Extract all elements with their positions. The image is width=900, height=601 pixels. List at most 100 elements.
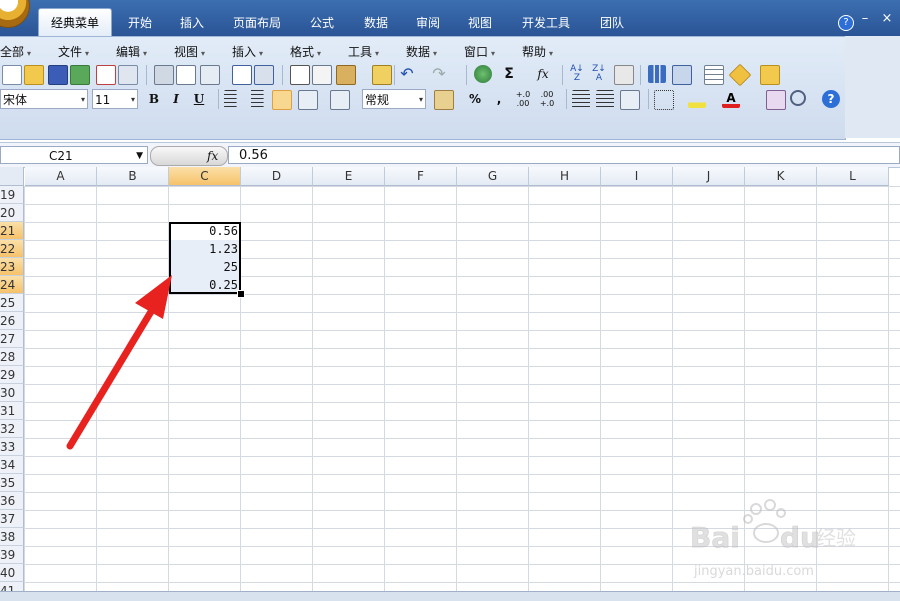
font-color-icon[interactable]: A	[722, 90, 740, 108]
font-name-select[interactable]: 宋体 ▾	[0, 89, 88, 109]
save-as-icon[interactable]	[70, 65, 90, 85]
comma-button[interactable]: ,	[490, 90, 508, 108]
toolbar-separator	[146, 65, 147, 85]
increase-decimal-icon[interactable]: +.0.00	[514, 90, 532, 108]
italic-button[interactable]: I	[167, 90, 185, 108]
tab-insert[interactable]: 插入	[170, 10, 214, 36]
toolbar-separator	[466, 65, 467, 85]
classic-menu-ribbon: 全部 ▾ 文件 ▾ 编辑 ▾ 视图 ▾ 插入 ▾ 格式 ▾ 工具 ▾ 数据 ▾ 窗口 ▾ 帮助 ▾ …	[0, 36, 846, 140]
hyperlink-icon[interactable]	[474, 65, 492, 83]
filter-icon[interactable]	[614, 65, 634, 85]
autosum-icon[interactable]: Σ	[500, 65, 518, 83]
tab-review[interactable]: 审阅	[406, 10, 450, 36]
help-icon[interactable]: ?	[838, 15, 854, 31]
menu-window[interactable]: 窗口 ▾	[464, 43, 495, 60]
menu-file[interactable]: 文件 ▾	[58, 43, 89, 60]
decrease-decimal-icon[interactable]: .00 +.0	[538, 90, 556, 108]
svg-text:经验: 经验	[816, 526, 856, 550]
borders-icon[interactable]	[654, 90, 674, 110]
office-button[interactable]	[0, 0, 30, 28]
fx-button[interactable]: fx	[207, 147, 218, 165]
decrease-indent-icon[interactable]	[572, 90, 590, 108]
menu-edit[interactable]: 编辑 ▾	[116, 43, 147, 60]
fill-color-icon[interactable]	[688, 90, 706, 108]
ribbon-right-filler	[845, 36, 900, 138]
formula-input[interactable]: 0.56	[228, 146, 900, 164]
align-center-icon[interactable]	[248, 90, 266, 108]
svg-text:du: du	[780, 521, 820, 554]
percent-button[interactable]: %	[466, 90, 484, 108]
font-size-select[interactable]: 11 ▾	[92, 89, 138, 109]
sort-ascending-icon[interactable]: A↓ Z	[568, 65, 586, 83]
menu-view[interactable]: 视图 ▾	[174, 43, 205, 60]
tab-developer[interactable]: 开发工具	[510, 10, 582, 36]
format-painter-icon[interactable]	[372, 65, 392, 85]
toolbar-separator	[566, 89, 567, 109]
macro-icon[interactable]	[728, 63, 752, 87]
folder-icon[interactable]	[760, 65, 780, 85]
bold-button[interactable]: B	[145, 90, 163, 108]
baidu-jingyan-watermark: Bai du 经验 jingyan.baidu.com	[688, 497, 868, 587]
watermark-url: jingyan.baidu.com	[693, 564, 814, 579]
menu-data[interactable]: 数据 ▾	[406, 43, 437, 60]
number-format-select[interactable]: 常规 ▾	[362, 89, 426, 109]
underline-button[interactable]: U	[190, 90, 208, 108]
toolbar-separator	[218, 89, 219, 109]
help-button-icon[interactable]: ?	[822, 90, 840, 108]
permission-icon[interactable]	[118, 65, 138, 85]
new-file-icon[interactable]	[2, 65, 22, 85]
merge-center-icon[interactable]	[298, 90, 318, 110]
insert-function-icon[interactable]: fx	[534, 65, 552, 83]
styles-icon[interactable]	[766, 90, 786, 110]
menu-help[interactable]: 帮助 ▾	[522, 43, 553, 60]
cell-style-icon[interactable]	[620, 90, 640, 110]
gridlines-icon[interactable]	[704, 65, 724, 85]
increase-indent-icon[interactable]	[596, 90, 614, 108]
watermark-logo: Bai du 经验 jingyan.baidu.com	[690, 499, 856, 579]
tab-data[interactable]: 数据	[354, 10, 398, 36]
align-right-icon[interactable]	[272, 90, 292, 110]
toolbar-separator	[648, 89, 649, 109]
close-icon[interactable]: ×	[880, 12, 894, 26]
menu-all[interactable]: 全部 ▾	[0, 43, 31, 60]
print-icon[interactable]	[154, 65, 174, 85]
name-box[interactable]: C21 ▼	[0, 146, 148, 164]
arrow-shaft	[66, 306, 156, 450]
svg-text:Bai: Bai	[690, 521, 740, 554]
toolbar-separator	[640, 65, 641, 85]
chart-icon[interactable]	[648, 65, 666, 83]
paste-icon[interactable]	[336, 65, 356, 85]
preview-icon[interactable]	[176, 65, 196, 85]
tab-formulas[interactable]: 公式	[300, 10, 344, 36]
tab-page-layout[interactable]: 页面布局	[224, 10, 290, 36]
toolbar-separator	[282, 65, 283, 85]
toolbar-separator	[394, 65, 395, 85]
spelling-icon[interactable]	[232, 65, 252, 85]
redo-icon[interactable]: ↷	[430, 65, 448, 83]
copy-icon[interactable]	[312, 65, 332, 85]
menu-insert[interactable]: 插入 ▾	[232, 43, 263, 60]
print-setup-icon[interactable]	[200, 65, 220, 85]
currency-icon[interactable]	[434, 90, 454, 110]
tab-team[interactable]: 团队	[590, 10, 634, 36]
minimize-icon[interactable]: –	[858, 12, 872, 26]
menu-tools[interactable]: 工具 ▾	[348, 43, 379, 60]
print-preview-icon[interactable]	[96, 65, 116, 85]
research-icon[interactable]	[254, 65, 274, 85]
toolbar-separator	[562, 65, 563, 85]
formula-bar: C21 ▼ fx 0.56	[0, 142, 900, 168]
wrap-text-icon[interactable]	[330, 90, 350, 110]
undo-icon[interactable]: ↶	[398, 65, 416, 83]
zoom-icon[interactable]	[790, 90, 806, 106]
menu-format[interactable]: 格式 ▾	[290, 43, 321, 60]
open-folder-icon[interactable]	[24, 65, 44, 85]
cut-icon[interactable]	[290, 65, 310, 85]
save-icon[interactable]	[48, 65, 68, 85]
sort-descending-icon[interactable]: Z↓ A	[590, 65, 608, 83]
align-left-icon[interactable]	[224, 90, 242, 108]
ribbon-tab-bar: 经典菜单 开始 插入 页面布局 公式 数据 审阅 视图 开发工具 团队 ? – …	[0, 0, 900, 37]
tab-classic-menu[interactable]: 经典菜单	[38, 8, 112, 37]
tab-home[interactable]: 开始	[118, 10, 162, 36]
tab-view[interactable]: 视图	[458, 10, 502, 36]
drawing-icon[interactable]	[672, 65, 692, 85]
